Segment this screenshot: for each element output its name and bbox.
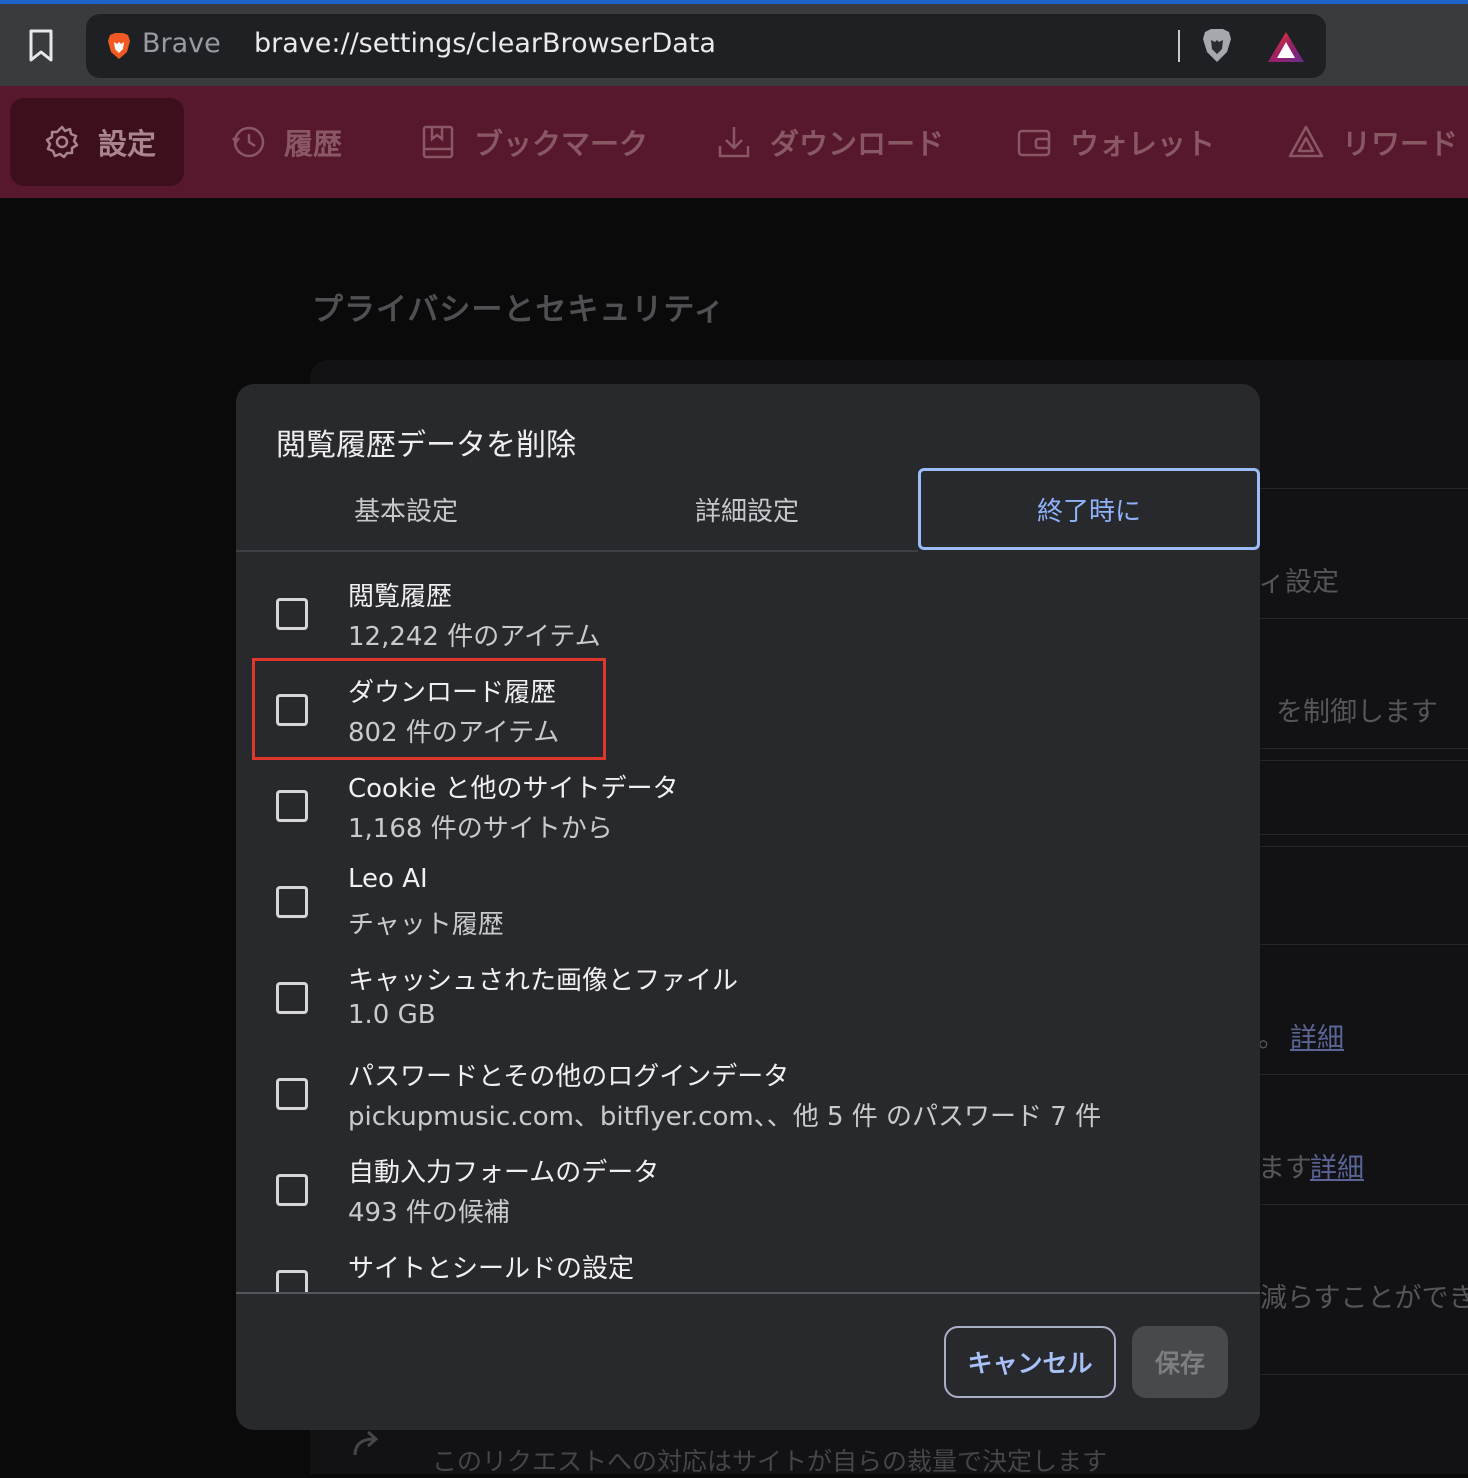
checkbox[interactable] xyxy=(276,790,308,822)
item-title: Leo AI xyxy=(348,864,428,894)
item-title: 自動入力フォームのデータ xyxy=(348,1158,660,1188)
details-link[interactable]: 詳細 xyxy=(1310,1146,1364,1185)
list-item-browsing-history[interactable]: 閲覧履歴 12,242 件のアイテム xyxy=(236,552,1260,652)
footer-divider xyxy=(236,1292,1260,1294)
checkbox[interactable] xyxy=(276,982,308,1014)
item-title: Cookie と他のサイトデータ xyxy=(348,774,679,804)
address-bar[interactable]: Brave brave://settings/clearBrowserData xyxy=(86,14,1326,78)
item-title: パスワードとその他のログインデータ xyxy=(348,1062,790,1092)
bg-text: ます xyxy=(1258,1153,1312,1184)
checkbox[interactable] xyxy=(276,886,308,918)
checkbox[interactable] xyxy=(276,1078,308,1110)
tab-advanced[interactable]: 詳細設定 xyxy=(576,468,918,550)
list-item-passwords[interactable]: パスワードとその他のログインデータ pickupmusic.com、bitfly… xyxy=(236,1032,1260,1132)
bg-text: を制御します xyxy=(1276,697,1438,728)
item-subtitle: 1.0 GB xyxy=(348,1000,436,1030)
list-item-cache[interactable]: キャッシュされた画像とファイル 1.0 GB xyxy=(236,936,1260,1032)
bookmark-icon[interactable] xyxy=(24,26,58,66)
divider xyxy=(1260,748,1468,749)
divider xyxy=(1260,618,1468,619)
divider xyxy=(1260,488,1468,489)
bg-text: このリクエストへの対応はサイトが自らの裁量で決定します xyxy=(432,1447,1108,1476)
nav-settings[interactable]: 設定 xyxy=(10,98,184,186)
nav-wallet[interactable]: ウォレット xyxy=(1016,98,1215,186)
history-icon xyxy=(232,126,265,158)
item-title: サイトとシールドの設定 xyxy=(348,1254,635,1284)
divider xyxy=(1260,834,1468,835)
divider xyxy=(1260,1204,1468,1205)
divider xyxy=(1260,944,1468,945)
bg-text: ィ設定 xyxy=(1258,567,1339,598)
nav-label: リワード xyxy=(1342,127,1459,161)
url-divider xyxy=(1178,30,1180,62)
divider xyxy=(1260,1074,1468,1075)
nav-label: ブックマーク xyxy=(474,127,649,161)
browser-brand: Brave xyxy=(142,28,221,59)
save-button[interactable]: 保存 xyxy=(1132,1326,1228,1398)
checkbox[interactable] xyxy=(276,1270,308,1292)
bookmark-icon xyxy=(422,125,454,159)
gear-icon xyxy=(45,125,79,159)
nav-label: ウォレット xyxy=(1070,127,1216,161)
rewards-icon xyxy=(1288,125,1324,158)
browser-toolbar: Brave brave://settings/clearBrowserData xyxy=(0,0,1468,86)
annotation-highlight xyxy=(252,658,606,760)
settings-nav: 設定 履歴 ブックマーク ダウンロード ウォレット リワード xyxy=(0,86,1468,198)
tab-on-exit[interactable]: 終了時に xyxy=(918,468,1260,550)
nav-bookmarks[interactable]: ブックマーク xyxy=(420,98,648,186)
brave-rewards-icon[interactable] xyxy=(1266,30,1306,64)
cancel-button[interactable]: キャンセル xyxy=(944,1326,1116,1398)
download-icon xyxy=(718,127,750,158)
list-item-leo-ai[interactable]: Leo AI チャット履歴 xyxy=(236,840,1260,940)
forward-arrow-icon xyxy=(353,1430,379,1456)
list-item-autofill[interactable]: 自動入力フォームのデータ 493 件の候補 xyxy=(236,1128,1260,1228)
brave-lion-icon xyxy=(108,33,130,59)
checkbox[interactable] xyxy=(276,1174,308,1206)
item-title: キャッシュされた画像とファイル xyxy=(348,966,739,996)
clear-browsing-data-dialog: 閲覧履歴データを削除 基本設定 詳細設定 終了時に 閲覧履歴 12,242 件の… xyxy=(236,384,1260,1430)
divider xyxy=(1260,760,1468,761)
tab-basic[interactable]: 基本設定 xyxy=(236,468,576,550)
page-heading: プライバシーとセキュリティ xyxy=(312,292,726,328)
dialog-title: 閲覧履歴データを削除 xyxy=(276,428,576,463)
nav-label: ダウンロード xyxy=(770,127,945,161)
list-item-site-settings[interactable]: サイトとシールドの設定 xyxy=(236,1224,1260,1292)
bg-text: 。 xyxy=(1258,1023,1285,1054)
nav-downloads[interactable]: ダウンロード xyxy=(716,98,944,186)
bg-text: 減らすことができ xyxy=(1260,1283,1468,1314)
nav-label: 履歴 xyxy=(284,127,343,161)
brave-shields-icon[interactable] xyxy=(1200,28,1234,64)
details-link[interactable]: 詳細 xyxy=(1290,1016,1344,1055)
url-text[interactable]: brave://settings/clearBrowserData xyxy=(254,28,716,59)
item-title: 閲覧履歴 xyxy=(348,582,453,612)
checkbox[interactable] xyxy=(276,598,308,630)
wallet-icon xyxy=(1017,129,1051,157)
data-type-list[interactable]: 閲覧履歴 12,242 件のアイテム ダウンロード履歴 802 件のアイテム C… xyxy=(236,552,1260,1292)
nav-history[interactable]: 履歴 xyxy=(230,98,342,186)
divider xyxy=(1260,1374,1468,1375)
nav-label: 設定 xyxy=(98,127,157,161)
divider xyxy=(1260,846,1468,847)
nav-rewards[interactable]: リワード xyxy=(1288,98,1458,186)
